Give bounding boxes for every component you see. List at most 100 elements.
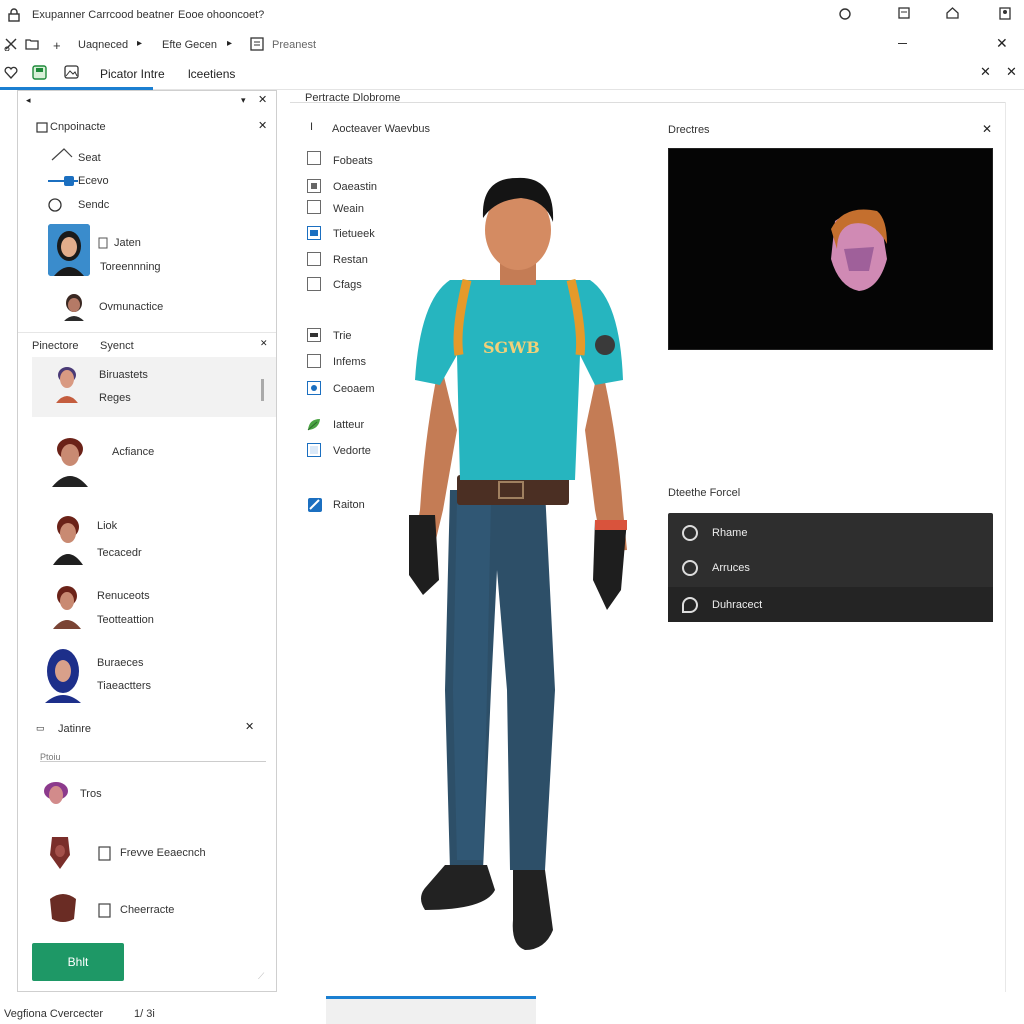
tab-lceetiens[interactable]: lceetiens: [188, 67, 235, 81]
character-desc-1: Reges: [99, 392, 131, 404]
character-avatar-3[interactable]: [50, 513, 86, 565]
menu-label-rhame: Rhame: [712, 527, 748, 539]
build-button[interactable]: Bhlt: [32, 943, 124, 981]
toolbar-item-1[interactable]: Uaqneced: [78, 39, 128, 51]
section3-close-icon[interactable]: ✕: [245, 720, 254, 733]
close-icon[interactable]: ✕: [996, 35, 1008, 52]
window-title: Exupanner Carrcood beatner: [32, 9, 174, 21]
menu-item-duhracect[interactable]: Duhracect: [668, 587, 993, 622]
option-restan: Restan: [333, 254, 368, 266]
toolbar-item-3[interactable]: Preanest: [272, 39, 316, 51]
asset-thumb-3[interactable]: [46, 889, 80, 925]
character-model-viewport[interactable]: SGWB: [395, 170, 645, 975]
checkbox-trie[interactable]: [307, 328, 321, 342]
section2-sub: Syenct: [100, 340, 134, 352]
menu-label-arruces: Arruces: [712, 562, 750, 574]
character-avatar-5[interactable]: [40, 649, 86, 703]
section2-collapse-icon[interactable]: ✕: [260, 338, 268, 349]
character-desc-3: Tecacedr: [97, 547, 142, 559]
asset-thumb-2[interactable]: [46, 835, 74, 871]
menu-item-arruces[interactable]: Arruces: [668, 550, 993, 586]
status-text: Vegfiona Cvercecter: [4, 1008, 104, 1020]
scrollbar-thumb[interactable]: [326, 996, 536, 999]
tab-picator-intre[interactable]: Picator Intre: [100, 67, 165, 81]
character-avatar-2[interactable]: [48, 435, 92, 487]
asset-label-3: Cheerracte: [120, 904, 175, 916]
character-name-4: Renuceots: [97, 590, 150, 602]
dropdown-icon[interactable]: ▾: [241, 95, 246, 106]
scissors-icon[interactable]: [4, 37, 18, 51]
featured-name: Jaten: [114, 237, 141, 249]
home-icon[interactable]: [946, 7, 959, 19]
radio-icon[interactable]: [48, 198, 62, 212]
character-avatar-4[interactable]: [50, 583, 84, 629]
leaf-icon[interactable]: [306, 417, 322, 432]
checkbox-ceoaem[interactable]: [307, 381, 321, 395]
save-icon[interactable]: [32, 65, 47, 80]
status-bar: Vegfiona Cvercecter 1/ 3i: [0, 996, 1024, 1024]
preview-title: Drectres: [668, 124, 710, 136]
document-icon[interactable]: [250, 37, 264, 51]
head-preview-figure: [831, 209, 887, 291]
checkbox-weain[interactable]: [307, 200, 321, 214]
option-weain: Weain: [333, 203, 364, 215]
featured2-label[interactable]: Ovmunactice: [99, 301, 163, 313]
asset-doc-icon-3: [98, 903, 111, 918]
heart-icon[interactable]: [4, 66, 18, 79]
close-tab-icon[interactable]: ✕: [980, 64, 991, 80]
minimize-icon[interactable]: [898, 43, 907, 44]
section-close-icon[interactable]: ✕: [258, 119, 267, 132]
arrow-icon-2: ▸: [227, 38, 233, 49]
resize-grip-icon[interactable]: ⟋: [258, 971, 264, 982]
section3-icon: ▭: [36, 723, 45, 733]
brush-icon[interactable]: [51, 147, 73, 161]
collapse-icon[interactable]: ◂: [26, 95, 31, 106]
add-icon[interactable]: +: [53, 38, 61, 53]
options-header-line: [290, 102, 1006, 103]
checkbox-cfags[interactable]: [307, 277, 321, 291]
tool-label-1[interactable]: Seat: [78, 152, 101, 164]
head-preview-viewport[interactable]: [668, 148, 993, 350]
option-iatteur: Iatteur: [333, 419, 365, 431]
section2-divider: [18, 332, 276, 333]
section2-title: Pinectore: [32, 340, 79, 352]
window-subtitle: Eooe ohooncoet?: [178, 9, 265, 21]
checkbox-tietueek[interactable]: [307, 226, 321, 240]
list-scroll-handle[interactable]: [261, 379, 264, 401]
slider-icon[interactable]: [48, 175, 78, 187]
options-group1-title: Aocteaver Waevbus: [332, 123, 431, 135]
checkbox-vedorte[interactable]: [307, 443, 321, 457]
character-avatar-1[interactable]: [54, 365, 80, 403]
box-icon: [36, 121, 48, 133]
menu-item-rhame[interactable]: Rhame: [668, 515, 993, 551]
toolbar: + Uaqneced ▸ Efte Gecen ▸ Preanest ✕: [0, 32, 1024, 58]
option-oaeastin: Oaeastin: [333, 181, 378, 193]
checkbox-oaeastin[interactable]: [307, 179, 321, 193]
raiton-icon[interactable]: [307, 497, 323, 513]
character-desc-4: Teotteattion: [97, 614, 154, 626]
checkbox-infems[interactable]: [307, 354, 321, 368]
asset-thumb-1[interactable]: [40, 779, 72, 809]
featured-desc: Toreennning: [100, 261, 161, 273]
refresh-icon: [682, 597, 698, 613]
section3-title: Jatinre: [58, 723, 92, 735]
circle-icon[interactable]: [839, 8, 851, 20]
toolbar-item-2[interactable]: Efte Gecen: [162, 39, 217, 51]
close-pane-icon[interactable]: ✕: [1006, 64, 1017, 80]
checkbox-restan[interactable]: [307, 252, 321, 266]
image-icon[interactable]: [64, 65, 79, 79]
folder-icon[interactable]: [25, 38, 39, 50]
featured-avatar[interactable]: [48, 224, 90, 276]
character-desc-2: Acfiance: [112, 446, 155, 458]
preview-close-icon[interactable]: ✕: [982, 122, 992, 136]
tool-label-2[interactable]: Ecevo: [78, 175, 109, 187]
horizontal-scrollbar[interactable]: [326, 996, 536, 1024]
window-icon[interactable]: [898, 7, 910, 19]
panel-close-icon[interactable]: ✕: [258, 93, 267, 106]
tool-label-3[interactable]: Sendc: [78, 199, 109, 211]
option-tietueek: Tietueek: [333, 228, 375, 240]
tab-bar: Picator Intre lceetiens ✕ ✕: [0, 58, 1024, 90]
user-icon[interactable]: [999, 7, 1011, 20]
featured2-avatar[interactable]: [62, 293, 86, 321]
checkbox-fobeats[interactable]: [307, 151, 321, 165]
